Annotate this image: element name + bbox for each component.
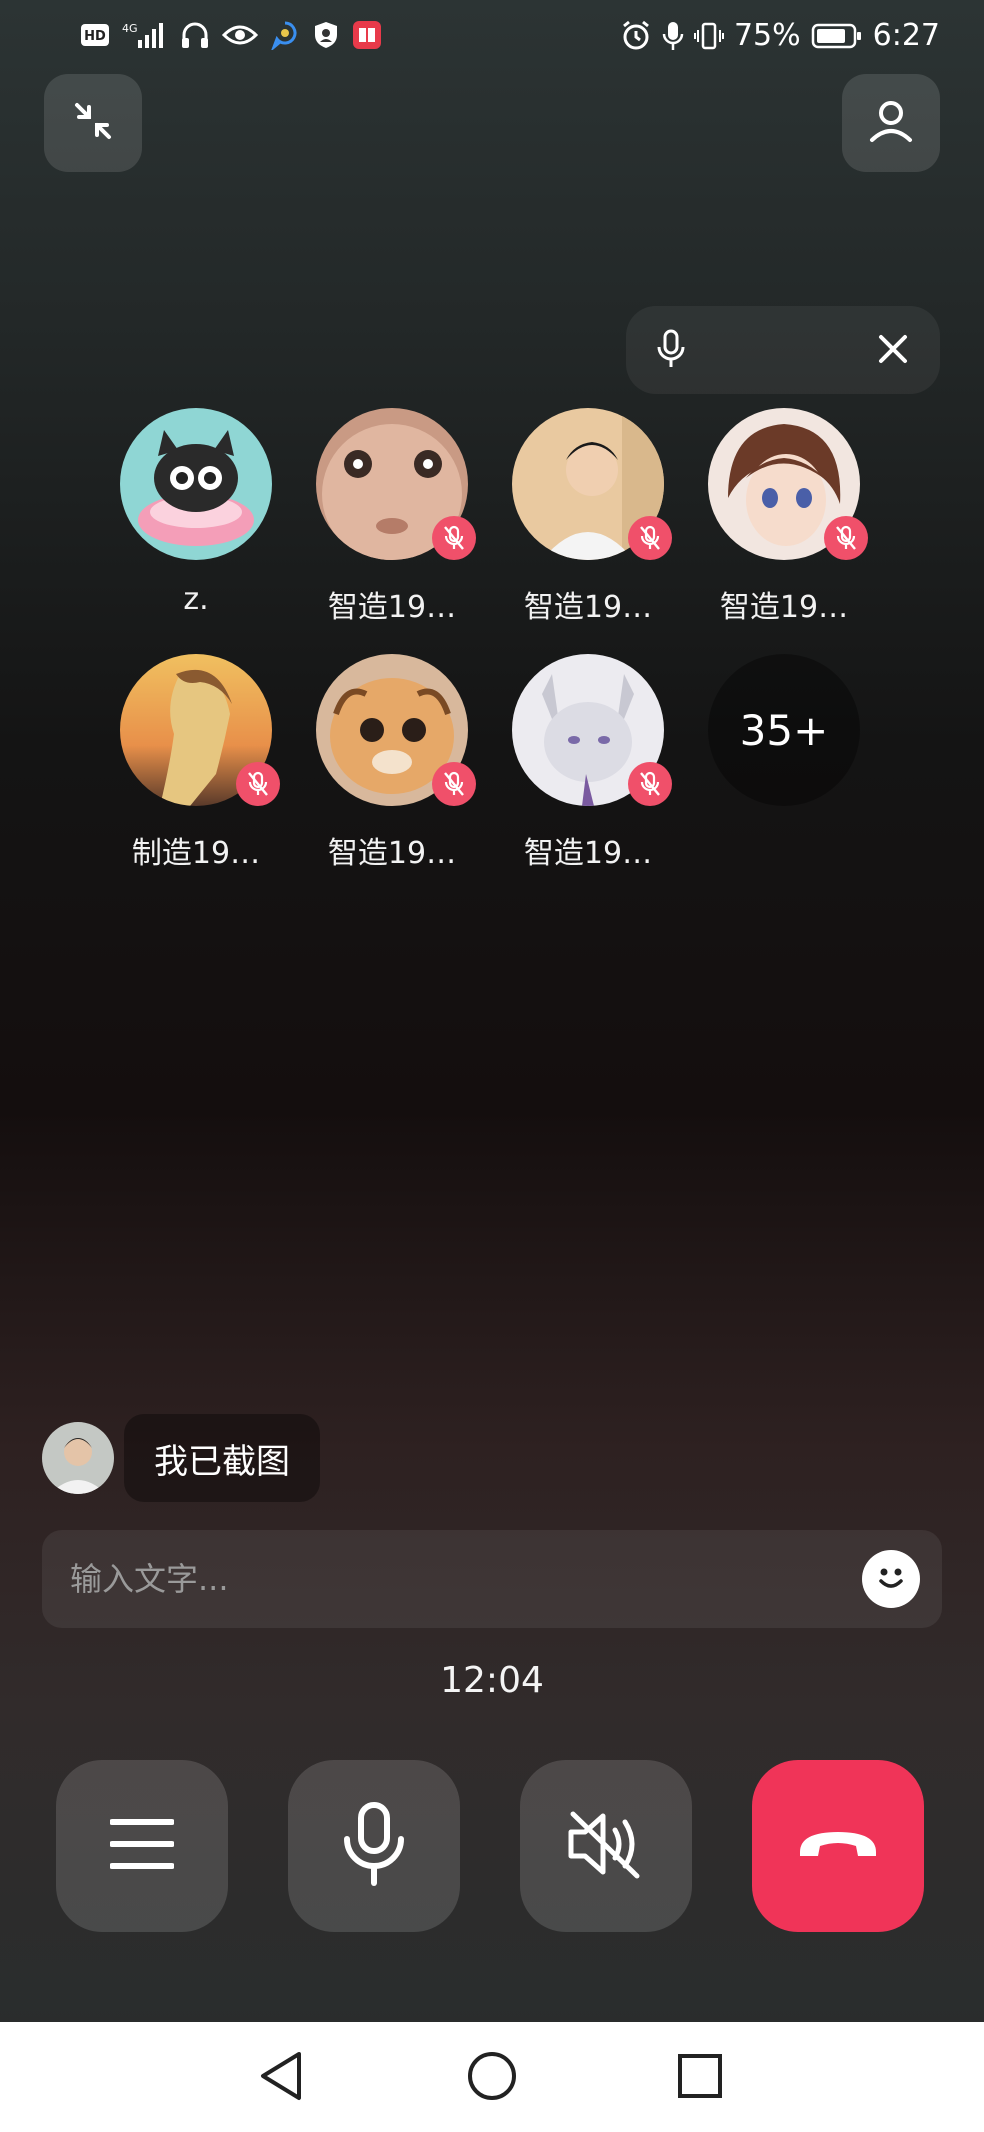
system-nav-bar [0, 2022, 984, 2132]
avatar [316, 408, 476, 560]
home-circle-icon [466, 2050, 518, 2106]
battery-percent: 75% [733, 18, 801, 53]
message-input-bar [42, 1530, 942, 1628]
mic-muted-icon [628, 516, 672, 560]
microphone-icon [343, 1801, 405, 1891]
hd-icon: HD [80, 23, 110, 47]
participant-name: 制造19… [131, 836, 261, 871]
nav-recents-button[interactable] [668, 2046, 732, 2110]
microphone-button[interactable] [288, 1760, 460, 1932]
speaking-indicator [626, 306, 940, 394]
phone-hangup-icon [796, 1824, 880, 1868]
menu-icon [109, 1818, 175, 1874]
more-participants-button[interactable]: 35+ [694, 654, 874, 806]
status-bar: HD 4G 75% 6:27 [0, 0, 984, 74]
recents-square-icon [676, 2052, 724, 2104]
participant-tile[interactable]: 智造19… [498, 408, 678, 626]
emoji-button[interactable] [862, 1550, 920, 1608]
person-icon [866, 96, 916, 150]
shield-user-icon [312, 20, 340, 50]
add-participant-button[interactable] [842, 74, 940, 172]
headphones-icon [180, 20, 210, 50]
speaker-off-icon [565, 1808, 647, 1884]
participant-name: 智造19… [523, 590, 653, 625]
vibrate-icon [693, 21, 724, 51]
mic-icon [656, 328, 686, 374]
nav-home-button[interactable] [460, 2046, 524, 2110]
avatar [512, 408, 672, 560]
mic-muted-icon [824, 516, 868, 560]
participant-tile[interactable]: 智造19… [302, 654, 482, 872]
smiley-icon [871, 1557, 911, 1601]
nav-back-button[interactable] [250, 2046, 314, 2110]
avatar [708, 408, 868, 560]
menu-button[interactable] [56, 1760, 228, 1932]
speaker-button[interactable] [520, 1760, 692, 1932]
book-app-icon [352, 20, 382, 50]
avatar [316, 654, 476, 806]
status-time: 6:27 [872, 18, 940, 53]
mic-muted-icon [432, 762, 476, 806]
assistant-icon [270, 20, 300, 50]
hang-up-button[interactable] [752, 1760, 924, 1932]
participant-name: 智造19… [719, 590, 849, 625]
network-label: 4G [122, 22, 138, 35]
participant-name: 智造19… [523, 836, 653, 871]
participant-tile[interactable]: 智造19… [694, 408, 874, 626]
mic-muted-icon [628, 762, 672, 806]
minimize-arrows-icon [71, 99, 115, 147]
sender-avatar [42, 1422, 114, 1494]
signal-4g-icon: 4G [122, 20, 168, 50]
call-timer: 12:04 [440, 1660, 544, 1701]
mic-muted-icon [236, 762, 280, 806]
avatar [120, 654, 280, 806]
participant-tile[interactable]: z. [106, 408, 286, 617]
avatar [120, 408, 272, 560]
minimize-button[interactable] [44, 74, 142, 172]
avatar [512, 654, 672, 806]
participant-tile[interactable]: 制造19… [106, 654, 286, 872]
participant-tile[interactable]: 智造19… [498, 654, 678, 872]
more-count: 35+ [708, 654, 860, 806]
hd-label: HD [84, 29, 106, 44]
mic-muted-icon [432, 516, 476, 560]
alarm-icon [620, 20, 652, 52]
battery-icon [811, 22, 863, 50]
chat-bubble: 我已截图 [124, 1414, 320, 1502]
eye-icon [222, 21, 258, 49]
participant-name: z. [183, 582, 209, 617]
participant-name: 智造19… [327, 836, 457, 871]
close-icon[interactable] [876, 332, 910, 370]
back-triangle-icon [257, 2050, 307, 2106]
participant-name: 智造19… [327, 590, 457, 625]
status-mic-icon [662, 20, 684, 52]
message-input[interactable] [42, 1530, 862, 1628]
chat-message: 我已截图 [42, 1414, 320, 1502]
participant-tile[interactable]: 智造19… [302, 408, 482, 626]
